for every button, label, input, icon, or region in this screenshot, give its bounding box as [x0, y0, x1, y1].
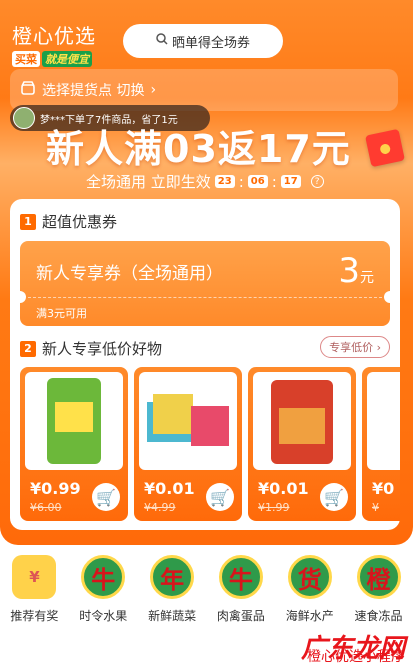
- vegetable-icon: 年: [150, 555, 195, 599]
- product-image: [139, 372, 237, 470]
- help-icon[interactable]: ?: [310, 175, 324, 188]
- coupon-name: 新人专享券（全场通用）: [36, 264, 223, 284]
- countdown: 全场通用 立即生效 23: 06: 17 ?: [86, 171, 324, 192]
- product-card[interactable]: ¥0 ¥: [362, 367, 400, 521]
- product-card[interactable]: ¥0.01 ¥1.99 🛒: [248, 367, 356, 521]
- app-logo: 橙心优选 买菜 就是便宜: [12, 20, 96, 67]
- product-orig-price: ¥: [372, 501, 379, 514]
- cart-icon[interactable]: 🛒: [92, 483, 120, 511]
- product-card[interactable]: ¥0.99 ¥6.00 🛒: [20, 367, 128, 521]
- cart-icon[interactable]: 🛒: [206, 483, 234, 511]
- store-icon: [20, 80, 36, 100]
- timer-hours: 23: [214, 175, 235, 188]
- nav-item-frozen[interactable]: 橙速食冻品: [344, 555, 413, 630]
- nav-item-fruit[interactable]: 牛时令水果: [69, 555, 138, 630]
- cart-icon[interactable]: 🛒: [320, 483, 348, 511]
- search-bar[interactable]: 晒单得全场券: [123, 24, 283, 58]
- avatar: [13, 107, 35, 129]
- category-nav: ¥ 推荐有奖 牛时令水果 年新鲜蔬菜 牛肉禽蛋品 货海鲜水产 橙速食冻品: [0, 555, 413, 630]
- search-icon: [156, 33, 168, 49]
- nav-item-seafood[interactable]: 货海鲜水产: [275, 555, 344, 630]
- watermark-sub: 橙心优选小程序: [307, 649, 405, 665]
- nav-item-referral[interactable]: ¥ 推荐有奖: [0, 555, 69, 630]
- seafood-icon: 货: [287, 555, 332, 599]
- products-section-title: 2 新人专享低价好物: [20, 338, 162, 359]
- product-image: [367, 372, 400, 470]
- product-orig-price: ¥1.99: [258, 501, 290, 514]
- nav-item-meat[interactable]: 牛肉禽蛋品: [206, 555, 275, 630]
- product-orig-price: ¥4.99: [144, 501, 176, 514]
- coupon-card[interactable]: 新人专享券（全场通用） 3元 满3元可用: [20, 241, 390, 326]
- logo-title: 橙心优选: [12, 24, 96, 48]
- product-price: ¥0: [372, 479, 395, 498]
- frozen-food-icon: 橙: [356, 555, 401, 599]
- search-placeholder: 晒单得全场券: [171, 35, 250, 51]
- product-image: [253, 372, 351, 470]
- logo-tag-b: 就是便宜: [42, 51, 92, 67]
- chevron-right-icon: ›: [150, 82, 157, 98]
- product-price: ¥0.99: [30, 479, 81, 498]
- product-price: ¥0.01: [144, 479, 195, 498]
- product-card[interactable]: ¥0.01 ¥4.99 🛒: [134, 367, 242, 521]
- product-image: [25, 372, 123, 470]
- coupon-section-title: 1 超值优惠券: [20, 211, 117, 232]
- gift-icon: ¥: [12, 555, 57, 599]
- promo-subline: 全场通用 立即生效: [86, 173, 211, 191]
- promo-card: 1 超值优惠券 新人专享券（全场通用） 3元 满3元可用 2 新人专享低价好物 …: [10, 199, 400, 530]
- promo-headline: 新人满03返17元: [46, 127, 351, 171]
- timer-minutes: 06: [247, 175, 268, 188]
- coupon-amount: 3元: [338, 251, 374, 291]
- pickup-label: 选择提货点 切换: [42, 83, 145, 99]
- product-price: ¥0.01: [258, 479, 309, 498]
- product-orig-price: ¥6.00: [30, 501, 62, 514]
- nav-item-vegetables[interactable]: 年新鲜蔬菜: [138, 555, 207, 630]
- more-deals-button[interactable]: 专享低价 ›: [320, 336, 390, 358]
- logo-tag-a: 买菜: [12, 51, 40, 67]
- coupon-condition: 满3元可用: [36, 307, 87, 320]
- timer-seconds: 17: [280, 175, 301, 188]
- meat-icon: 牛: [218, 555, 263, 599]
- product-carousel[interactable]: ¥0.99 ¥6.00 🛒 ¥0.01 ¥4.99 🛒 ¥0.01 ¥1.99 …: [20, 367, 400, 525]
- fruit-icon: 牛: [81, 555, 126, 599]
